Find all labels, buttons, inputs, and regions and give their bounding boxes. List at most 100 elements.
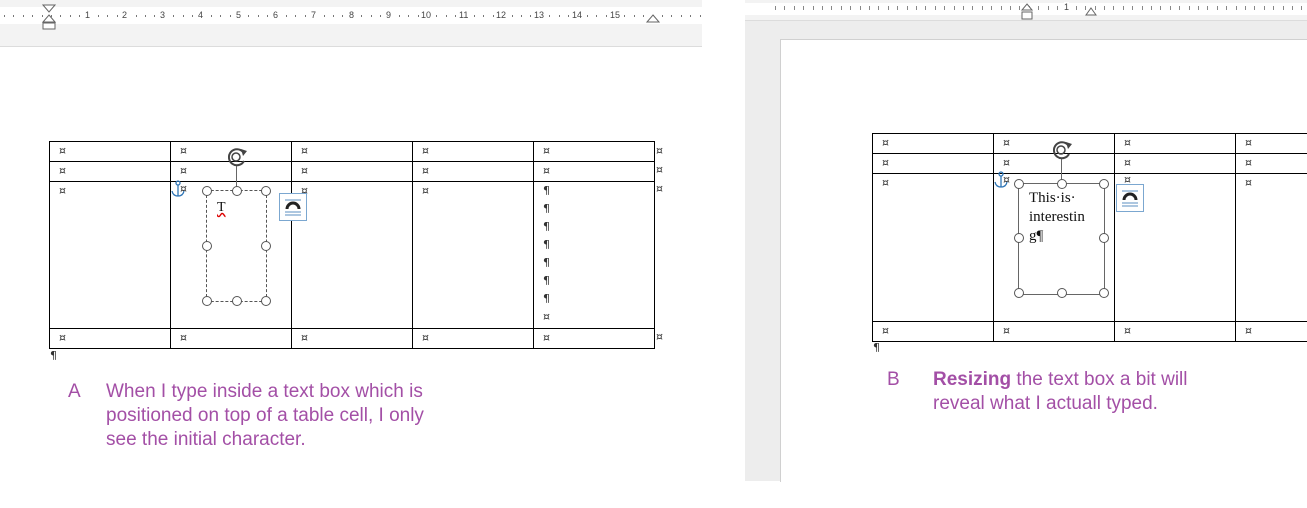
ruler-tick (1170, 6, 1171, 10)
ruler-ticks: 1 2 3 4 5 6 7 8 9 10 11 12 13 14 15 (0, 0, 702, 30)
paragraph-mark: ¶ (543, 184, 550, 197)
table-cell[interactable]: ¤ (412, 141, 534, 162)
table-cell[interactable]: ¤ (533, 161, 655, 182)
cell-end-mark: ¤ (180, 182, 187, 195)
ruler-number: 11 (459, 10, 469, 20)
right-indent-marker[interactable] (646, 14, 660, 24)
table-cell[interactable]: ¤ (533, 141, 655, 162)
layout-options-button[interactable] (1116, 184, 1144, 212)
resize-handle[interactable] (1014, 233, 1024, 243)
table-cell[interactable]: ¤ (49, 328, 171, 349)
ruler-dot (13, 15, 14, 17)
table-cell[interactable]: ¤ (291, 181, 413, 329)
ruler-tick (888, 6, 889, 10)
table-cell[interactable]: ¤ (170, 328, 292, 349)
table-cell[interactable]: ¤ (1235, 321, 1307, 342)
ruler-tick (1151, 6, 1152, 10)
table-cell[interactable]: ¤ (291, 141, 413, 162)
paragraph-mark: ¶ (543, 274, 550, 287)
resize-handle[interactable] (1014, 179, 1024, 189)
rotate-handle-icon[interactable] (225, 146, 251, 168)
table-cell[interactable]: ¤ (1114, 321, 1236, 342)
layout-options-button[interactable] (279, 193, 307, 221)
caption-letter: A (68, 381, 81, 402)
ruler-tick (775, 6, 776, 10)
resize-handle[interactable] (1099, 179, 1109, 189)
resize-handle[interactable] (261, 296, 271, 306)
ruler-tick (1076, 6, 1077, 10)
resize-handle[interactable] (202, 296, 212, 306)
table-cell[interactable]: ¤ (533, 328, 655, 349)
layout-options-icon (285, 199, 301, 216)
ruler-dot (587, 15, 588, 17)
table-cell[interactable]: ¤ (872, 153, 994, 174)
document-table: ¤ ¤ ¤ ¤ ¤ ¤ ¤ ¤ ¤ ¤ ¤ ¤ ¤ ¶ ¶ ¶ ¶ ¶ ¶ ¶ … (49, 141, 655, 349)
table-cell[interactable]: ¤ (49, 161, 171, 182)
ruler-tick (1132, 6, 1133, 10)
ruler-tick (916, 6, 917, 10)
text-box-line: g¶ (1029, 228, 1044, 244)
table-cell[interactable]: ¤ (872, 321, 994, 342)
ruler-tick (803, 6, 804, 10)
caption-text: When I type inside a text box which is p… (106, 380, 424, 452)
resize-handle[interactable] (232, 186, 242, 196)
ruler-dot (98, 15, 99, 17)
ruler-dot (512, 15, 513, 17)
ruler-dot (295, 15, 296, 17)
table-cell[interactable]: ¤ (1114, 133, 1236, 154)
ruler-dot (455, 15, 456, 17)
text-box[interactable] (206, 190, 267, 302)
ruler-tick (841, 6, 842, 10)
table-cell[interactable]: ¤ (49, 181, 171, 329)
table-cell[interactable]: ¤ (291, 161, 413, 182)
table-cell[interactable]: ¤ (412, 161, 534, 182)
ruler-dot (681, 15, 682, 17)
resize-handle[interactable] (202, 241, 212, 251)
resize-handle[interactable] (1057, 288, 1067, 298)
ruler-dot (662, 15, 663, 17)
resize-handle[interactable] (1099, 233, 1109, 243)
table-cell[interactable]: ¤ (1235, 133, 1307, 154)
rotate-handle-icon[interactable] (1050, 139, 1076, 161)
table-cell[interactable]: ¤ (993, 321, 1115, 342)
ruler-number: 8 (349, 10, 355, 20)
resize-handle[interactable] (1057, 179, 1067, 189)
ruler-dot (154, 15, 155, 17)
table-cell[interactable]: ¤ (1235, 173, 1307, 322)
resize-handle[interactable] (261, 241, 271, 251)
table-cell[interactable]: ¤ (872, 133, 994, 154)
table-cell[interactable]: ¤ (412, 181, 534, 329)
ruler-dot (399, 15, 400, 17)
text-box-content: T (217, 200, 226, 215)
horizontal-ruler[interactable]: 1 2 3 4 5 6 7 8 9 10 11 12 13 14 15 (0, 0, 702, 47)
ruler-tick (1198, 6, 1199, 10)
table-cell[interactable]: ¤ (1114, 153, 1236, 174)
ruler-tick (869, 6, 870, 10)
ruler-dot (361, 15, 362, 17)
ruler-tick (1245, 6, 1246, 10)
resize-handle[interactable] (202, 186, 212, 196)
ruler-dot (136, 15, 137, 17)
caption-line: reveal what I actuall typed. (933, 393, 1158, 414)
ruler-tick (1226, 6, 1227, 10)
horizontal-ruler[interactable]: 1 (745, 0, 1307, 21)
resize-handle[interactable] (1014, 288, 1024, 298)
table-cell[interactable]: ¤ (872, 173, 994, 322)
table-cell[interactable]: ¤ (412, 328, 534, 349)
ruler-tick (813, 6, 814, 10)
row-end-mark: ¤ (656, 182, 663, 195)
table-cell[interactable]: ¤ (49, 141, 171, 162)
resize-handle[interactable] (1099, 288, 1109, 298)
ruler-dot (248, 15, 249, 17)
table-cell[interactable]: ¤ (1235, 153, 1307, 174)
table-cell[interactable]: ¤ (291, 328, 413, 349)
ruler-dot (474, 15, 475, 17)
table-cell[interactable]: ¶ ¶ ¶ ¶ ¶ ¶ ¶ ¤ (533, 181, 655, 329)
right-indent-marker[interactable] (1085, 7, 1097, 16)
ruler-tick (1104, 6, 1105, 10)
paragraph-mark: ¶ (543, 292, 550, 305)
resize-handle[interactable] (232, 296, 242, 306)
first-line-indent-marker[interactable] (42, 4, 56, 30)
resize-handle[interactable] (261, 186, 271, 196)
indent-marker[interactable] (1021, 3, 1033, 21)
